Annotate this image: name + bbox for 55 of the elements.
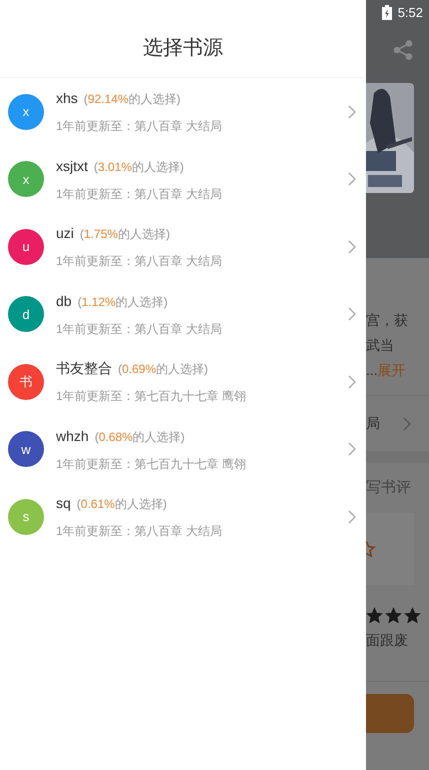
source-avatar: w bbox=[8, 431, 44, 468]
star-icon bbox=[385, 607, 402, 624]
latest-chapter: 局 bbox=[366, 414, 380, 433]
source-avatar: x bbox=[8, 161, 44, 198]
update-info: 1年前更新至：第八百章 大结局 bbox=[56, 320, 224, 338]
selection-share: (1.75%的人选择) bbox=[80, 226, 170, 244]
source-avatar: d bbox=[8, 296, 44, 332]
chevron-right-icon bbox=[348, 374, 356, 389]
source-avatar: s bbox=[8, 498, 44, 535]
intro-text: 武当 bbox=[366, 336, 395, 355]
source-item[interactable]: s sq (0.61%的人选择) 1年前更新至：第八百章 大结局 bbox=[0, 483, 366, 550]
update-info: 1年前更新至：第七百九十七章 鹰翎 bbox=[56, 456, 248, 473]
source-name: xsjtxt bbox=[56, 156, 88, 176]
update-info: 1年前更新至：第八百章 大结局 bbox=[56, 253, 224, 270]
selection-share: (3.01%的人选择) bbox=[94, 158, 184, 176]
chevron-right-icon bbox=[348, 510, 356, 524]
source-name: sq bbox=[56, 494, 71, 514]
chevron-right-icon bbox=[348, 307, 356, 322]
source-item[interactable]: x xhs (92.14%的人选择) 1年前更新至：第八百章 大结局 bbox=[0, 78, 366, 146]
source-item[interactable]: 书 书友整合 (0.69%的人选择) 1年前更新至：第七百九十七章 鹰翎 bbox=[0, 348, 366, 416]
intro-text: 宫，获 bbox=[366, 311, 409, 330]
source-name: db bbox=[56, 292, 72, 311]
source-item[interactable]: w whzh (0.68%的人选择) 1年前更新至：第七百九十七章 鹰翎 bbox=[0, 416, 366, 483]
source-name: whzh bbox=[56, 426, 89, 446]
selection-share: (0.61%的人选择) bbox=[76, 496, 167, 514]
source-name: uzi bbox=[56, 224, 74, 244]
selection-share: (92.14%的人选择) bbox=[84, 91, 180, 108]
source-item[interactable]: x xsjtxt (3.01%的人选择) 1年前更新至：第八百章 大结局 bbox=[0, 146, 366, 213]
sheet-title: 选择书源 bbox=[143, 36, 223, 61]
chevron-right-icon bbox=[348, 104, 356, 119]
star-icon bbox=[404, 607, 421, 624]
star-icon bbox=[366, 607, 383, 624]
update-info: 1年前更新至：第七百九十七章 鹰翎 bbox=[56, 388, 248, 406]
chevron-right-icon bbox=[348, 442, 356, 456]
source-avatar: u bbox=[8, 228, 44, 265]
source-item[interactable]: d db (1.12%的人选择) 1年前更新至：第八百章 大结局 bbox=[0, 280, 366, 348]
source-item[interactable]: u uzi (1.75%的人选择) 1年前更新至：第八百章 大结局 bbox=[0, 213, 366, 280]
review-text: 面跟废 bbox=[366, 631, 409, 650]
chevron-right-icon bbox=[403, 416, 411, 430]
chevron-right-icon bbox=[348, 240, 356, 254]
chevron-right-icon bbox=[348, 172, 356, 186]
star-outline-icon bbox=[366, 540, 376, 558]
update-info: 1年前更新至：第八百章 大结局 bbox=[56, 523, 224, 540]
selection-share: (1.12%的人选择) bbox=[78, 294, 168, 311]
battery-icon bbox=[382, 5, 392, 20]
share-icon[interactable] bbox=[393, 40, 413, 60]
update-info: 1年前更新至：第八百章 大结局 bbox=[56, 118, 224, 136]
update-info: 1年前更新至：第八百章 大结局 bbox=[56, 186, 224, 203]
status-time: 5:52 bbox=[398, 4, 423, 22]
selection-share: (0.69%的人选择) bbox=[118, 361, 208, 378]
source-name: xhs bbox=[56, 89, 78, 108]
source-avatar: 书 bbox=[8, 364, 44, 400]
source-avatar: x bbox=[8, 94, 44, 130]
selection-share: (0.68%的人选择) bbox=[94, 428, 185, 446]
source-name: 书友整合 bbox=[56, 359, 112, 378]
